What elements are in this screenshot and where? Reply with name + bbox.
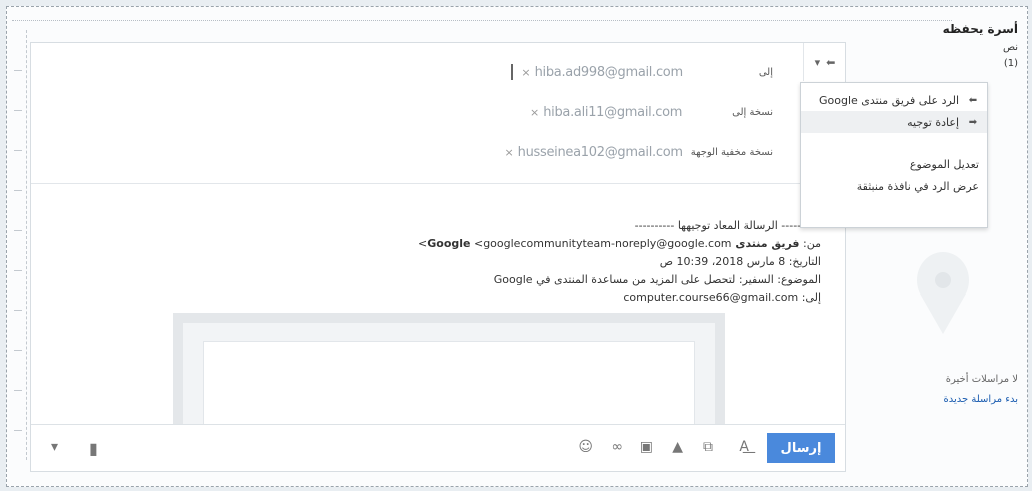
recipient-header: إلى × hiba.ad998@gmail.com نسخة إلى × hi… — [31, 43, 803, 184]
bcc-email: husseinea102@gmail.com — [517, 144, 683, 160]
bcc-recipient-chip[interactable]: × husseinea102@gmail.com — [504, 144, 683, 160]
bcc-label: نسخة مخفية الوجهة — [690, 146, 773, 158]
text-cursor — [511, 64, 514, 80]
forwarded-from-line: من: فريق منتدى Google <googlecommunityte… — [418, 237, 821, 250]
reply-type-button[interactable]: ▾ ⬅ — [803, 43, 846, 81]
link-icon[interactable]: ∞ — [611, 439, 623, 455]
cc-recipient-chip[interactable]: × hiba.ali11@gmail.com — [530, 105, 682, 120]
emoji-icon[interactable]: ☺ — [578, 439, 593, 455]
remove-icon[interactable]: × — [530, 106, 539, 119]
left-ruler — [12, 30, 27, 460]
to-label: إلى — [758, 66, 773, 78]
remove-icon[interactable]: × — [521, 66, 530, 79]
bottom-decoration-strip — [12, 470, 1020, 482]
bcc-row: نسخة مخفية الوجهة × husseinea102@gmail.c… — [504, 141, 773, 163]
contact-line-2: (1) — [1003, 58, 1018, 69]
forwarded-date-line: التاريخ: 8 مارس 2018، 10:39 ص — [659, 255, 821, 268]
quoted-message-preview — [173, 313, 725, 433]
reply-icon: ⬅ — [826, 55, 836, 69]
person-placeholder-icon — [917, 252, 969, 334]
forwarded-subject-line: الموضوع: السفير: لتحصل على المزيد من مسا… — [493, 273, 821, 286]
start-new-conversation-link[interactable]: بدء مراسلة جديدة — [944, 394, 1019, 405]
from-label: من: — [803, 237, 821, 250]
drive-icon[interactable]: ▲ — [672, 439, 683, 455]
cc-row: نسخة إلى × hiba.ali11@gmail.com — [530, 101, 773, 123]
photo-icon[interactable]: ▣ — [640, 439, 653, 455]
more-options-icon[interactable]: ▾ — [51, 439, 58, 455]
compose-panel: إلى × hiba.ad998@gmail.com نسخة إلى × hi… — [30, 42, 846, 472]
cc-label: نسخة إلى — [732, 106, 773, 118]
to-recipient-chip[interactable]: × hiba.ad998@gmail.com — [511, 64, 684, 80]
no-recent-conversations: لا مراسلات أخيرة — [945, 374, 1018, 385]
attach-icon[interactable]: ⧉ — [703, 439, 713, 455]
forwarded-header: ---------- الرسالة المعاد توجيهها ------… — [634, 219, 821, 232]
quoted-message-inner — [203, 341, 695, 433]
remove-icon[interactable]: × — [504, 146, 513, 159]
to-email: hiba.ad998@gmail.com — [534, 64, 684, 80]
forwarded-to-line: إلى: computer.course66@gmail.com — [623, 291, 821, 304]
compose-toolbar: إرسال A͟ ⧉ ▲ ▣ ∞ ☺ ▮ ▾ — [31, 424, 845, 471]
chevron-down-icon: ▾ — [814, 55, 821, 69]
trash-icon[interactable]: ▮ — [89, 439, 98, 458]
contact-line-1: نص — [1002, 42, 1018, 53]
send-button[interactable]: إرسال — [767, 433, 835, 463]
contact-sidebar: أسرة يحفظه نص (1) لا مراسلات أخيرة بدء م… — [846, 20, 1022, 470]
formatting-icon[interactable]: A͟ — [739, 439, 749, 455]
top-decoration-strip — [12, 10, 952, 21]
contact-name: أسرة يحفظه — [942, 22, 1018, 36]
cc-email: hiba.ali11@gmail.com — [543, 104, 683, 120]
to-row: إلى × hiba.ad998@gmail.com — [511, 61, 773, 83]
